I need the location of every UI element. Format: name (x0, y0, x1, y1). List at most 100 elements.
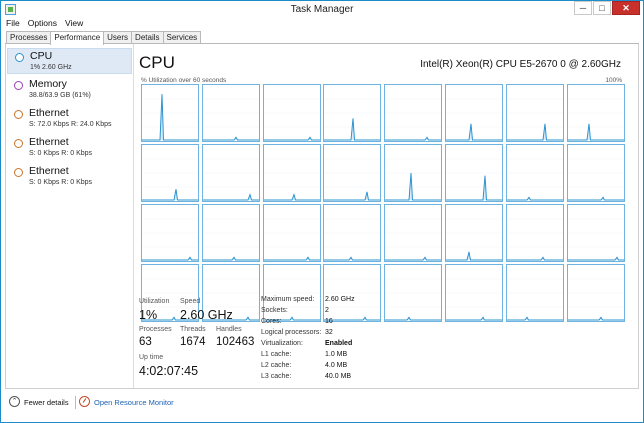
sidebar-item-ethernet-3[interactable]: Ethernet S: 0 Kbps R: 0 Kbps (7, 164, 132, 190)
ethernet-indicator-icon (14, 139, 23, 148)
cpu-usage-line (142, 256, 198, 261)
memory-indicator-icon (14, 81, 23, 90)
handles-value: 102463 (216, 336, 255, 348)
minimize-button[interactable]: ─ (574, 1, 592, 15)
cpu-core-graph (505, 204, 564, 262)
cpu-usage-line (567, 316, 624, 321)
cpu-core-graph (566, 204, 625, 262)
cpu-indicator-icon (15, 53, 24, 62)
open-resource-monitor-link[interactable]: Open Resource Monitor (94, 398, 174, 407)
ethernet-indicator-icon (14, 110, 23, 119)
cpu-core-graph (262, 84, 321, 142)
spec-key: Virtualization: (261, 340, 303, 347)
cpu-core-graph (384, 144, 443, 202)
cpu-detail-pane: CPU Intel(R) Xeon(R) CPU E5-2670 0 @ 2.6… (135, 44, 639, 388)
menu-file[interactable]: File (6, 18, 20, 30)
cpu-core-graph (141, 84, 199, 142)
processes-label: Processes (139, 326, 172, 333)
ethernet-indicator-icon (14, 168, 23, 177)
cpu-usage-line (202, 192, 259, 201)
cpu-usage-line (506, 196, 563, 201)
cpu-usage-line (202, 256, 259, 261)
cpu-usage-line (567, 256, 624, 261)
cpu-core-graph (384, 204, 443, 262)
uptime-value: 4:02:07:45 (139, 364, 199, 378)
cpu-core-graph (566, 84, 625, 142)
cpu-usage-line (263, 136, 320, 141)
chevron-up-icon[interactable]: ⌃ (9, 396, 20, 407)
cpu-core-graph (323, 204, 382, 262)
spec-key: L3 cache: (261, 373, 292, 380)
graph-max-label: 100% (605, 77, 622, 84)
spec-value: Enabled (325, 340, 353, 347)
menu-view[interactable]: View (65, 18, 83, 30)
sidebar-item-ethernet-1[interactable]: Ethernet S: 72.0 Kbps R: 24.0 Kbps (7, 106, 132, 132)
cpu-usage-line (142, 189, 198, 201)
spec-key: Logical processors: (261, 329, 322, 336)
sidebar-item-detail: S: 0 Kbps R: 0 Kbps (29, 179, 93, 186)
graph-caption: % Utilization over 60 seconds (141, 77, 227, 84)
close-button[interactable]: ✕ (612, 1, 640, 15)
cpu-usage-line (142, 94, 198, 141)
page-title: CPU (139, 53, 175, 72)
cpu-usage-line (324, 256, 381, 261)
window-title: Task Manager (290, 4, 354, 15)
spec-value: 40.0 MB (325, 373, 352, 380)
cpu-model-name: Intel(R) Xeon(R) CPU E5-2670 0 @ 2.60GHz (420, 59, 621, 70)
spec-key: L2 cache: (261, 362, 292, 369)
threads-value: 1674 (180, 336, 206, 348)
cpu-usage-line (506, 256, 563, 261)
sidebar-item-label: Ethernet (29, 107, 69, 119)
cpu-core-graph (444, 204, 503, 262)
cpu-core-graph (444, 264, 503, 322)
tab-performance[interactable]: Performance (50, 31, 105, 45)
sidebar-item-label: Ethernet (29, 165, 69, 177)
spec-value: 32 (325, 329, 333, 336)
spec-value: 16 (325, 318, 333, 325)
cpu-usage-line (263, 256, 320, 261)
cpu-core-graph (384, 84, 443, 142)
speed-value: 2.60 GHz (180, 308, 233, 322)
sidebar-item-detail: 1% 2.60 GHz (30, 64, 72, 71)
cpu-usage-line (385, 172, 442, 201)
cpu-core-graph (505, 144, 564, 202)
cpu-core-graph (262, 204, 321, 262)
cpu-usage-line (567, 123, 624, 141)
cpu-usage-line (324, 118, 381, 141)
sidebar-item-memory[interactable]: Memory 38.8/63.9 GB (61%) (7, 77, 132, 103)
cpu-core-graph (505, 84, 564, 142)
resource-sidebar: CPU 1% 2.60 GHz Memory 38.8/63.9 GB (61%… (6, 44, 134, 388)
cpu-core-graph (323, 264, 382, 322)
task-manager-window: Task Manager ─ □ ✕ File Options View Pro… (0, 0, 644, 423)
cpu-usage-line (263, 192, 320, 201)
spec-key: Sockets: (261, 307, 288, 314)
cpu-usage-line (506, 316, 563, 321)
sidebar-item-detail: 38.8/63.9 GB (61%) (29, 92, 91, 99)
cpu-core-graph (323, 84, 382, 142)
cpu-core-graph (444, 84, 503, 142)
cpu-core-graph (444, 144, 503, 202)
cpu-core-graph (323, 144, 382, 202)
handles-label: Handles (216, 326, 242, 333)
cpu-core-graph (566, 144, 625, 202)
sidebar-item-ethernet-2[interactable]: Ethernet S: 0 Kbps R: 0 Kbps (7, 135, 132, 161)
spec-value: 1.0 MB (325, 351, 348, 358)
resource-monitor-icon[interactable] (79, 396, 90, 407)
title-bar: Task Manager ─ □ ✕ (1, 1, 643, 18)
threads-label: Threads (180, 326, 206, 333)
cpu-core-graph (201, 84, 260, 142)
cpu-core-graph (566, 264, 625, 322)
cpu-core-graph (262, 144, 321, 202)
menu-options[interactable]: Options (28, 18, 57, 30)
footer-divider (75, 396, 76, 409)
cpu-usage-line (445, 123, 502, 141)
sidebar-item-cpu[interactable]: CPU 1% 2.60 GHz (7, 48, 132, 74)
fewer-details-link[interactable]: Fewer details (24, 398, 69, 407)
cpu-usage-line (385, 256, 442, 261)
menu-bar: File Options View (6, 18, 91, 30)
cpu-core-graph (201, 204, 260, 262)
cpu-usage-line (385, 316, 442, 321)
maximize-button[interactable]: □ (593, 1, 611, 15)
spec-value: 2 (325, 307, 329, 314)
sidebar-item-detail: S: 0 Kbps R: 0 Kbps (29, 150, 93, 157)
